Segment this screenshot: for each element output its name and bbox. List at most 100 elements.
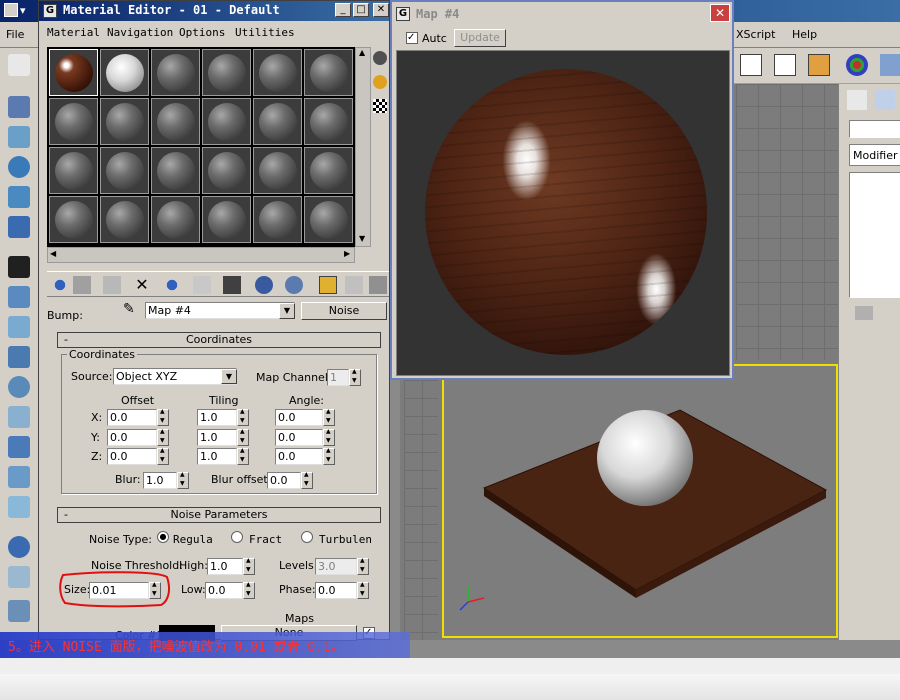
angle-z-spinner[interactable] [323, 447, 335, 465]
sample-slot-24[interactable] [304, 196, 353, 243]
eyedropper-icon[interactable]: ✎ [123, 301, 135, 317]
sample-slot-17[interactable] [253, 147, 302, 194]
tube-icon[interactable] [8, 316, 30, 338]
create-geometry-icon[interactable] [8, 96, 30, 118]
put-to-scene-icon[interactable] [73, 276, 91, 294]
stack-icon[interactable] [8, 286, 30, 308]
slots-horizontal-scrollbar[interactable]: ◀ ▶ [47, 247, 355, 263]
minimize-button[interactable]: _ [335, 3, 351, 17]
offset-y-spinner[interactable] [157, 428, 169, 446]
sample-slot-23[interactable] [253, 196, 302, 243]
scroll-down-icon[interactable]: ▼ [359, 234, 365, 243]
blur-offset-spinner[interactable] [301, 471, 313, 489]
sample-slot-8[interactable] [100, 98, 149, 145]
scroll-left-icon[interactable]: ◀ [50, 249, 56, 258]
phase-field[interactable]: 0.0 [315, 582, 357, 599]
tiling-y-field[interactable]: 1.0 [197, 429, 237, 446]
sample-slot-6[interactable] [304, 49, 353, 96]
sample-slot-7[interactable] [49, 98, 98, 145]
modifier-list-dropdown[interactable]: Modifier L [849, 144, 900, 166]
create-tab-icon[interactable] [847, 90, 867, 110]
update-button[interactable]: Update [454, 29, 506, 47]
sample-slot-14[interactable] [100, 147, 149, 194]
sample-slot-11[interactable] [253, 98, 302, 145]
sample-slot-22[interactable] [202, 196, 251, 243]
map-channel-field[interactable]: 1 [327, 369, 349, 386]
gear-icon[interactable] [8, 376, 30, 398]
menu-material[interactable]: Material [47, 26, 100, 39]
get-material-icon[interactable] [51, 276, 69, 294]
menu-navigation[interactable]: Navigation [107, 26, 173, 39]
radio-regular-label[interactable]: Regula [173, 533, 213, 546]
tiling-y-spinner[interactable] [237, 428, 249, 446]
offset-z-spinner[interactable] [157, 447, 169, 465]
offset-z-field[interactable]: 0.0 [107, 448, 157, 465]
radio-fractal-icon[interactable] [231, 531, 243, 543]
sample-slot-4[interactable] [202, 49, 251, 96]
phase-spinner[interactable] [357, 581, 369, 599]
map-name-dropdown-button[interactable]: ▼ [279, 303, 295, 319]
assign-to-selection-icon[interactable] [103, 276, 121, 294]
track-view-icon[interactable] [774, 54, 796, 76]
material-effects-icon[interactable] [223, 276, 241, 294]
offset-y-field[interactable]: 0.0 [107, 429, 157, 446]
close-button[interactable]: ✕ [373, 3, 389, 17]
radio-regular-icon[interactable]: ● [157, 531, 169, 543]
star-icon[interactable] [8, 216, 30, 238]
material-editor-icon[interactable] [846, 54, 868, 76]
menu-help[interactable]: Help [792, 28, 817, 41]
map-type-button[interactable]: Noise [301, 302, 387, 320]
menu-maxscript[interactable]: XScript [736, 28, 775, 41]
radio-fractal-label[interactable]: Fract [249, 533, 282, 546]
wave-icon[interactable] [8, 496, 30, 518]
menu-file[interactable]: File [6, 28, 24, 41]
coordinates-rollout-header[interactable]: - Coordinates [57, 332, 381, 348]
tiling-z-spinner[interactable] [237, 447, 249, 465]
material-editor-titlebar[interactable]: G Material Editor - 01 - Default _ □ ✕ [39, 1, 389, 21]
light-icon[interactable] [8, 186, 30, 208]
source-dropdown-button[interactable]: ▼ [221, 369, 237, 384]
sample-slot-19[interactable] [49, 196, 98, 243]
radio-turbulence-icon[interactable] [301, 531, 313, 543]
background-icon[interactable] [373, 99, 387, 113]
make-unique-icon[interactable] [163, 276, 181, 294]
scroll-up-icon[interactable]: ▲ [359, 48, 365, 57]
sample-slot-16[interactable] [202, 147, 251, 194]
levels-field[interactable]: 3.0 [315, 558, 357, 575]
schematic-icon[interactable] [808, 54, 830, 76]
low-field[interactable]: 0.0 [205, 582, 243, 599]
backlight-icon[interactable] [373, 75, 387, 89]
noise-parameters-rollout-header[interactable]: - Noise Parameters [57, 507, 381, 523]
sample-slot-21[interactable] [151, 196, 200, 243]
left-viewport-strip[interactable] [404, 380, 438, 640]
modifier-stack[interactable] [849, 172, 900, 298]
high-spinner[interactable] [243, 557, 255, 575]
hammer-icon[interactable] [8, 436, 30, 458]
high-field[interactable]: 1.0 [207, 558, 243, 575]
teapot-icon[interactable] [8, 126, 30, 148]
render-setup-icon[interactable] [880, 54, 900, 76]
top-viewport[interactable] [736, 84, 838, 360]
sample-slot-13[interactable] [49, 147, 98, 194]
sample-type-icon[interactable] [373, 51, 387, 65]
map-channel-spinner[interactable] [349, 368, 361, 386]
show-end-result-icon[interactable] [285, 276, 303, 294]
biped-icon[interactable] [8, 566, 30, 588]
sample-slot-2[interactable] [100, 49, 149, 96]
angle-z-field[interactable]: 0.0 [275, 448, 323, 465]
blur-spinner[interactable] [177, 471, 189, 489]
box-icon[interactable] [8, 256, 30, 278]
ring-icon[interactable] [8, 536, 30, 558]
go-to-parent-icon[interactable] [319, 276, 337, 294]
delete-icon[interactable]: ✕ [133, 276, 151, 294]
angle-x-spinner[interactable] [323, 408, 335, 426]
particles-icon[interactable] [8, 466, 30, 488]
tiling-x-spinner[interactable] [237, 408, 249, 426]
pick-material-icon[interactable] [369, 276, 387, 294]
show-map-icon[interactable] [255, 276, 273, 294]
auto-checkbox[interactable]: ✓ [406, 32, 418, 44]
sample-slot-5[interactable] [253, 49, 302, 96]
source-dropdown[interactable]: Object XYZ [113, 368, 237, 385]
sample-slot-15[interactable] [151, 147, 200, 194]
sample-slot-12[interactable] [304, 98, 353, 145]
